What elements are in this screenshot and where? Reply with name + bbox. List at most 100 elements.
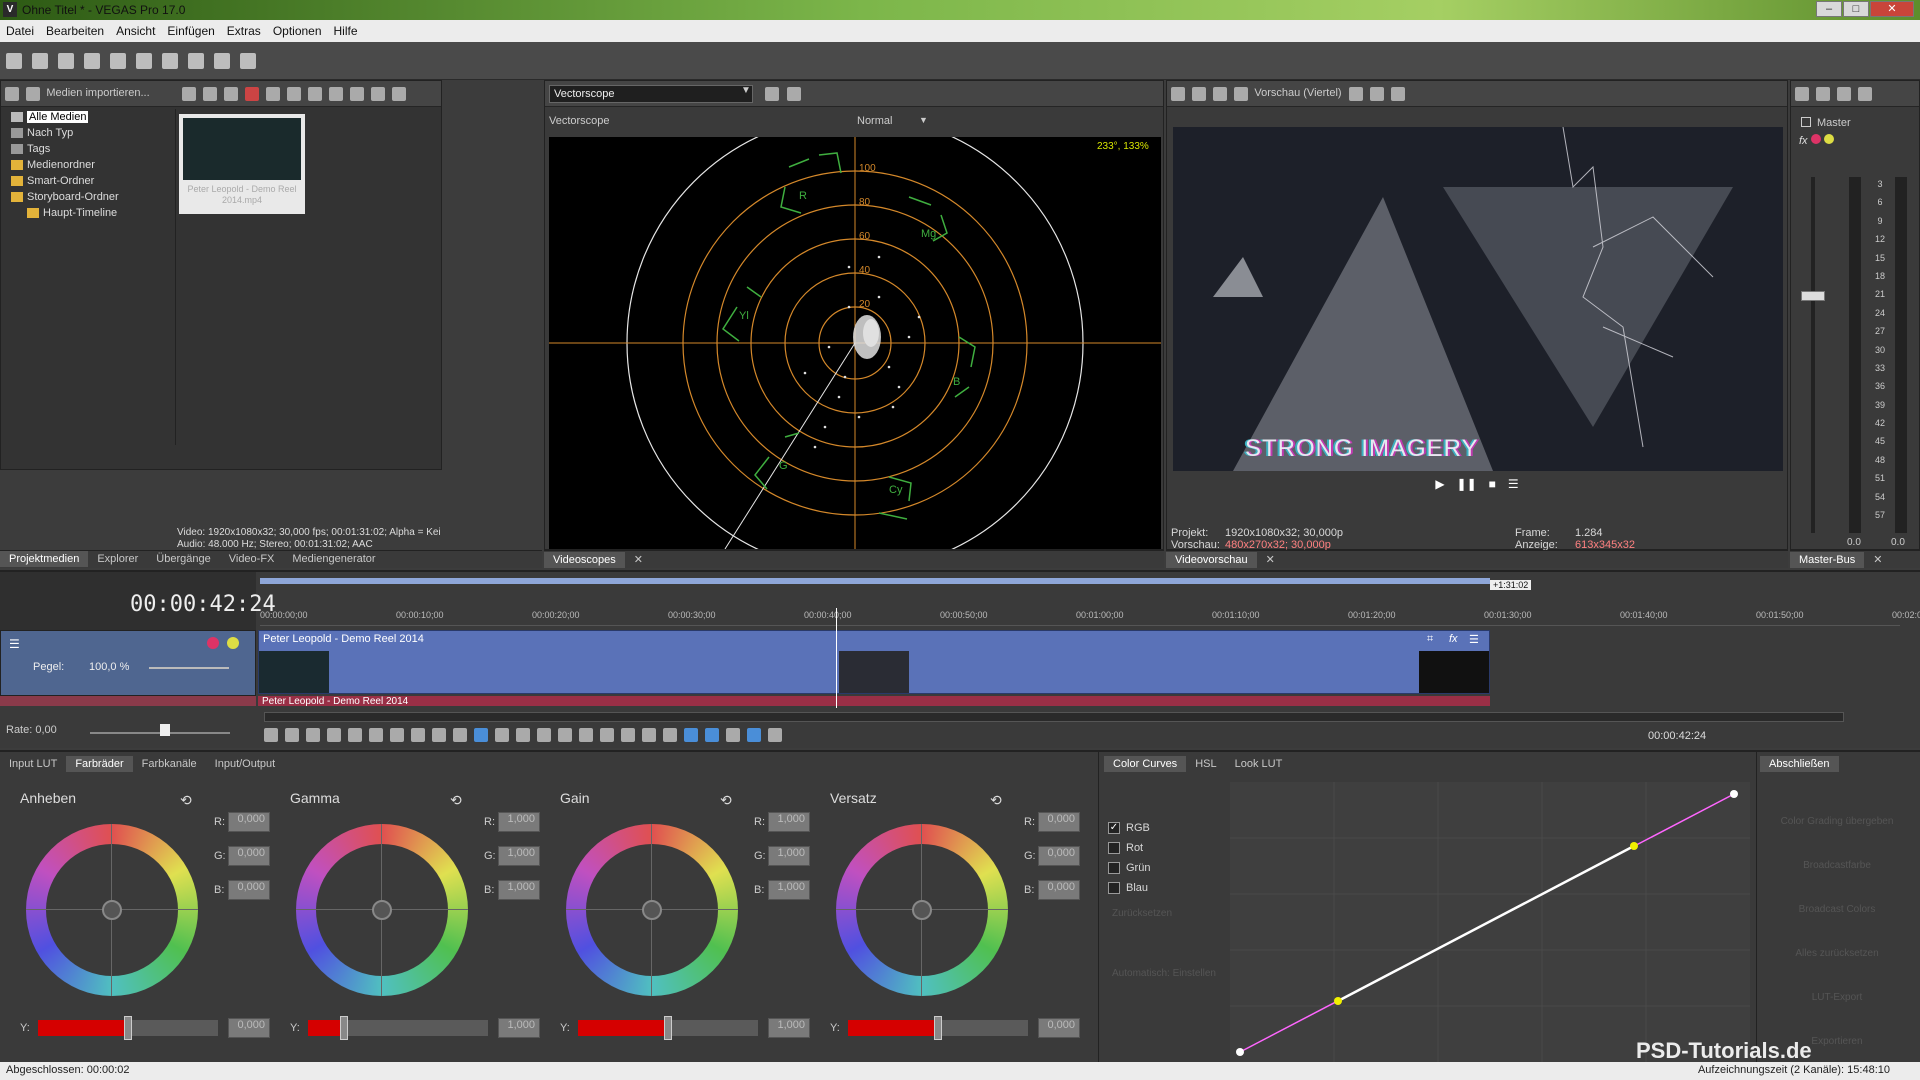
tab-video-preview[interactable]: Videovorschau — [1166, 552, 1257, 568]
menu-icon[interactable]: ☰ — [1508, 477, 1519, 491]
preview-settings-icon[interactable] — [1171, 87, 1185, 101]
reset-all-button[interactable]: Alles zurücksetzen — [1762, 932, 1912, 976]
b-field[interactable]: 1,000 — [768, 880, 810, 900]
video-event[interactable]: Peter Leopold - Demo Reel 2014 ⌗ fx ☰ — [258, 630, 1490, 694]
ripple-icon[interactable] — [726, 728, 740, 742]
fx-icon[interactable] — [1213, 87, 1227, 101]
video-track-header[interactable]: ☰ Pegel: 100,0 % — [0, 630, 256, 696]
scope-update-icon[interactable] — [787, 87, 801, 101]
stop-icon[interactable]: ■ — [1489, 477, 1496, 491]
y-field[interactable]: 0,000 — [228, 1018, 270, 1038]
close-icon[interactable]: ✕ — [625, 551, 652, 568]
color-wheel[interactable] — [296, 824, 468, 996]
view-grid-icon[interactable] — [370, 87, 385, 101]
y-field[interactable]: 1,000 — [498, 1018, 540, 1038]
g-field[interactable]: 0,000 — [228, 846, 270, 866]
mixer-settings-icon[interactable] — [1795, 87, 1809, 101]
g-field[interactable]: 1,000 — [768, 846, 810, 866]
r-field[interactable]: 0,000 — [1038, 812, 1080, 832]
crop-icon[interactable]: ⌗ — [1427, 633, 1433, 646]
menu-extras[interactable]: Extras — [221, 20, 267, 38]
playhead[interactable] — [836, 608, 837, 708]
stop-icon[interactable] — [369, 728, 383, 742]
go-to-start-icon[interactable] — [390, 728, 404, 742]
zoom-tool-icon[interactable] — [537, 728, 551, 742]
g-field[interactable]: 1,000 — [498, 846, 540, 866]
undo-icon[interactable] — [214, 53, 230, 69]
save-icon[interactable] — [58, 53, 74, 69]
menu-hilfe[interactable]: Hilfe — [328, 20, 364, 38]
pause-icon[interactable] — [348, 728, 362, 742]
record-icon[interactable] — [264, 728, 278, 742]
rate-slider-thumb[interactable] — [160, 724, 170, 736]
play-icon[interactable] — [327, 728, 341, 742]
envelope-tool-icon[interactable] — [495, 728, 509, 742]
tab-input-output[interactable]: Input/Output — [206, 756, 285, 772]
curve-point-high[interactable] — [1630, 842, 1638, 850]
menu-ansicht[interactable]: Ansicht — [110, 20, 161, 38]
mute-icon[interactable] — [207, 637, 219, 649]
selection-tool-icon[interactable] — [516, 728, 530, 742]
close-button[interactable]: ✕ — [1870, 1, 1914, 17]
loop-region[interactable] — [260, 578, 1490, 584]
audio-event[interactable]: Peter Leopold - Demo Reel 2014 — [258, 696, 1490, 706]
b-field[interactable]: 0,000 — [1038, 880, 1080, 900]
overlays-icon[interactable] — [1348, 87, 1363, 101]
tree-item-media-folder[interactable]: Medienordner — [9, 159, 175, 175]
delete-icon[interactable] — [558, 728, 572, 742]
region-icon[interactable] — [663, 728, 677, 742]
reset-button[interactable]: Zurücksetzen — [1112, 908, 1172, 919]
apply-grading-button[interactable]: Color Grading übergeben — [1762, 800, 1912, 844]
tree-item-by-type[interactable]: Nach Typ — [9, 127, 175, 143]
reset-icon[interactable]: ⟲ — [720, 792, 732, 809]
tab-video-fx[interactable]: Video-FX — [220, 551, 284, 567]
tab-color-wheels[interactable]: Farbräder — [66, 756, 133, 772]
tree-item-all-media[interactable]: Alle Medien — [9, 111, 175, 127]
delete-icon[interactable] — [244, 87, 259, 101]
master-fader[interactable] — [1801, 291, 1825, 301]
color-wheel[interactable] — [566, 824, 738, 996]
reset-icon[interactable]: ⟲ — [990, 792, 1002, 809]
timeline-scrollbar[interactable] — [264, 712, 1844, 722]
save-snapshot-icon[interactable] — [1390, 87, 1405, 101]
g-field[interactable]: 0,000 — [1038, 846, 1080, 866]
pause-icon[interactable]: ❚❚ — [1457, 477, 1477, 491]
edit-tool-icon[interactable] — [474, 728, 488, 742]
level-slider[interactable] — [149, 667, 229, 669]
event-fx-icon[interactable]: fx — [1449, 633, 1458, 645]
tree-item-tags[interactable]: Tags — [9, 143, 175, 159]
minimize-button[interactable]: – — [1816, 1, 1842, 17]
menu-icon[interactable]: ☰ — [9, 637, 20, 651]
prev-frame-icon[interactable] — [432, 728, 446, 742]
play-from-start-icon[interactable] — [306, 728, 320, 742]
play-icon[interactable]: ▶ — [1435, 477, 1444, 491]
color-curve-graph[interactable] — [1230, 782, 1750, 1062]
scope-type-select[interactable]: Vectorscope — [549, 85, 753, 103]
speaker-icon[interactable] — [1837, 87, 1851, 101]
curve-point-start[interactable] — [1236, 1048, 1244, 1056]
tab-transitions[interactable]: Übergänge — [147, 551, 219, 567]
color-wheel[interactable] — [26, 824, 198, 996]
copy-icon[interactable] — [162, 53, 178, 69]
lock-icon[interactable] — [621, 728, 635, 742]
tree-item-smart-folder[interactable]: Smart-Ordner — [9, 175, 175, 191]
tab-look-lut[interactable]: Look LUT — [1226, 756, 1292, 772]
audio-track-header[interactable] — [0, 696, 256, 706]
close-icon[interactable]: ✕ — [1257, 551, 1284, 568]
y-slider-thumb[interactable] — [124, 1016, 132, 1040]
new-file-icon[interactable] — [6, 53, 22, 69]
solo-icon[interactable] — [1824, 134, 1835, 144]
r-field[interactable]: 1,000 — [498, 812, 540, 832]
media-fx-icon[interactable] — [265, 87, 280, 101]
y-slider-thumb[interactable] — [934, 1016, 942, 1040]
tab-color-channels[interactable]: Farbkanäle — [133, 756, 206, 772]
y-field[interactable]: 1,000 — [768, 1018, 810, 1038]
b-field[interactable]: 0,000 — [228, 880, 270, 900]
external-monitor-icon[interactable] — [1192, 87, 1206, 101]
lock-envelopes-icon[interactable] — [747, 728, 761, 742]
copy-snapshot-icon[interactable] — [1369, 87, 1384, 101]
auto-adjust-button[interactable]: Automatisch: Einstellen — [1112, 968, 1216, 979]
cut-icon[interactable] — [136, 53, 152, 69]
tree-item-main-timeline[interactable]: Haupt-Timeline — [9, 207, 175, 223]
stop-icon[interactable] — [328, 87, 343, 101]
